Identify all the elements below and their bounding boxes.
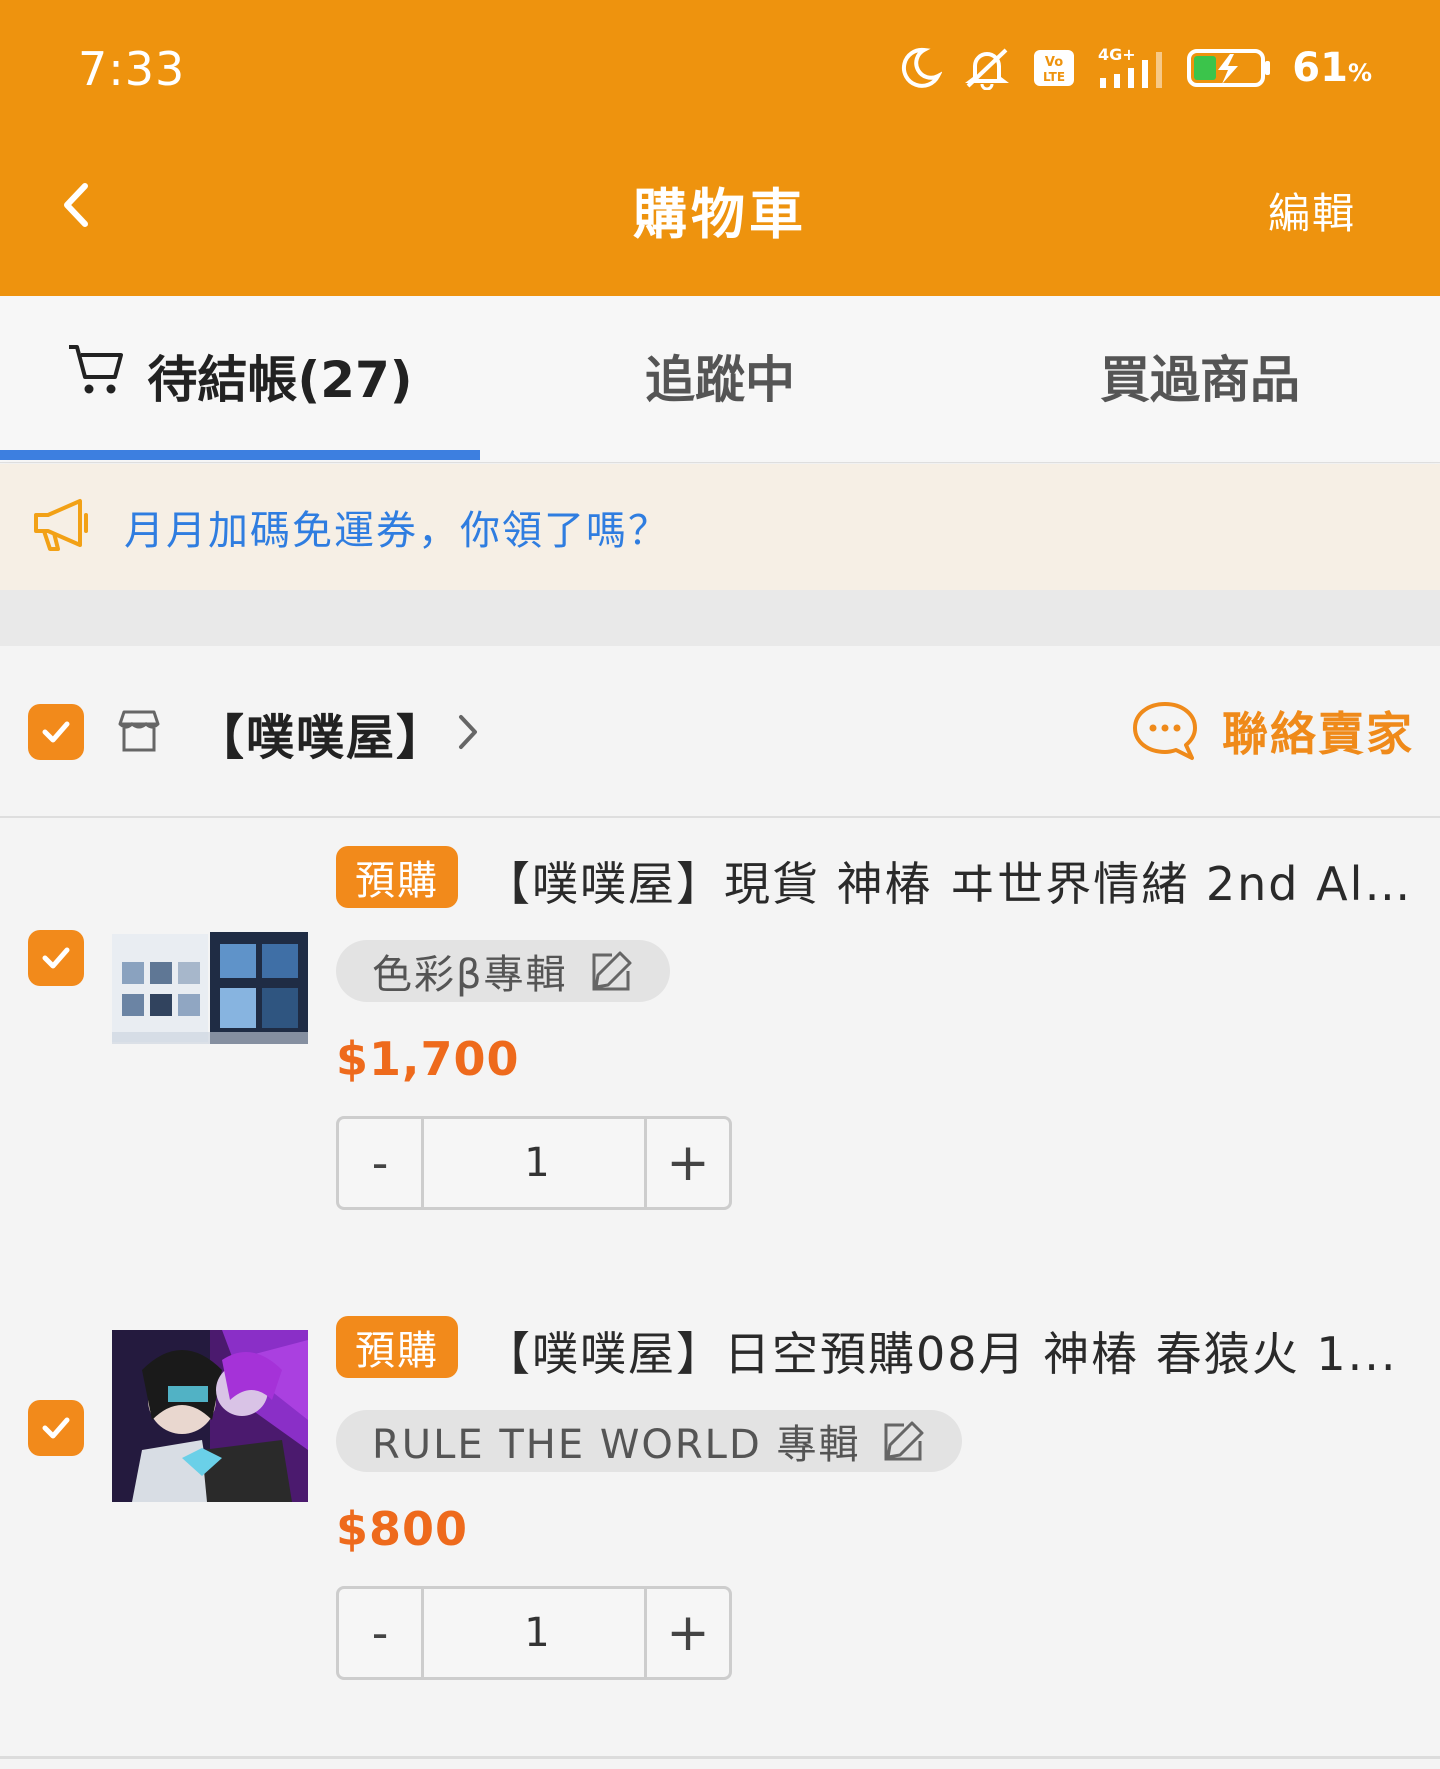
chevron-right-icon[interactable] (456, 712, 480, 756)
increase-quantity-button[interactable]: + (644, 1119, 729, 1207)
checkmark-icon (42, 721, 70, 743)
section-divider (0, 590, 1440, 646)
shop-name-link[interactable]: 【噗噗屋】 (196, 698, 446, 768)
tab-label: 待結帳(27) (147, 351, 413, 409)
active-tab-indicator (0, 450, 480, 460)
megaphone-icon (30, 495, 96, 559)
shop-header: 【噗噗屋】 聯絡賣家 (0, 646, 1440, 818)
svg-text:Vo: Vo (1045, 55, 1063, 70)
product-thumbnail[interactable] (112, 902, 308, 1074)
chat-bubble-icon (1133, 702, 1197, 760)
cart-shop-card: 【噗噗屋】 聯絡賣家 預購 【噗噗屋】現貨 神椿 ヰ世界情緒 2nd Al...… (0, 646, 1440, 1769)
quantity-stepper: - 1 + (336, 1116, 732, 1210)
cart-icon (67, 343, 125, 409)
contact-seller-label: 聯絡賣家 (1222, 707, 1414, 761)
tab-pending-checkout[interactable]: 待結帳(27) (0, 296, 480, 456)
tab-purchased[interactable]: 買過商品 (960, 296, 1440, 456)
shop-select-checkbox[interactable] (28, 704, 84, 760)
contact-seller-button[interactable]: 聯絡賣家 (1130, 698, 1414, 764)
promo-banner[interactable]: 月月加碼免運券，你領了嗎？ (0, 464, 1440, 590)
preorder-tag: 預購 (336, 846, 458, 908)
variant-label: 色彩β專輯 (372, 952, 568, 998)
promo-banner-text: 月月加碼免運券，你領了嗎？ (124, 508, 670, 554)
svg-text:4G+: 4G+ (1098, 45, 1136, 64)
quantity-stepper: - 1 + (336, 1586, 732, 1680)
increase-quantity-button[interactable]: + (644, 1589, 729, 1677)
status-icons: Vo LTE 4G+ 61% (898, 40, 1372, 96)
item-select-checkbox[interactable] (28, 930, 84, 986)
moon-icon (898, 46, 943, 90)
quantity-input[interactable]: 1 (424, 1119, 650, 1207)
variant-selector[interactable]: 色彩β專輯 (336, 940, 670, 1002)
decrease-quantity-button[interactable]: - (339, 1119, 424, 1207)
product-thumbnail[interactable] (112, 1330, 308, 1502)
tab-label: 買過商品 (1100, 351, 1300, 409)
status-time: 7:33 (78, 42, 186, 96)
checkmark-icon (42, 947, 70, 969)
product-price: $800 (336, 1502, 469, 1556)
preorder-tag: 預購 (336, 1316, 458, 1378)
checkmark-icon (42, 1417, 70, 1439)
variant-label: RULE THE WORLD 專輯 (372, 1422, 861, 1468)
tab-bar: 待結帳(27) 追蹤中 買過商品 (0, 296, 1440, 463)
page-title: 購物車 (633, 183, 807, 246)
status-bar: 7:33 Vo LTE 4G+ 61% (0, 0, 1440, 140)
volte-icon: Vo LTE (1032, 48, 1076, 88)
edit-button[interactable]: 編輯 (1268, 180, 1356, 241)
svg-text:LTE: LTE (1043, 70, 1065, 84)
item-select-checkbox[interactable] (28, 1400, 84, 1456)
cart-item: 預購 【噗噗屋】現貨 神椿 ヰ世界情緒 2nd Al... 色彩β專輯 $1,7… (0, 846, 1440, 1266)
edit-pencil-icon (884, 1421, 924, 1461)
tab-tracking[interactable]: 追蹤中 (480, 296, 960, 456)
decrease-quantity-button[interactable]: - (339, 1589, 424, 1677)
divider (0, 1756, 1440, 1759)
store-icon (116, 708, 162, 758)
edit-pencil-icon (592, 951, 632, 991)
quantity-input[interactable]: 1 (424, 1589, 650, 1677)
battery-charging-icon (1186, 46, 1272, 90)
signal-icon: 4G+ (1096, 44, 1166, 92)
battery-percent: 61% (1292, 45, 1372, 91)
app-header: 7:33 Vo LTE 4G+ 61% 購物車 編輯 (0, 0, 1440, 296)
product-title[interactable]: 【噗噗屋】現貨 神椿 ヰ世界情緒 2nd Al... (484, 848, 1414, 914)
tab-label: 追蹤中 (645, 351, 795, 409)
cart-item: 預購 【噗噗屋】日空預購08月 神椿 春猿火 1... RULE THE WOR… (0, 1316, 1440, 1736)
product-title[interactable]: 【噗噗屋】日空預購08月 神椿 春猿火 1... (484, 1318, 1414, 1384)
variant-selector[interactable]: RULE THE WORLD 專輯 (336, 1410, 963, 1472)
mute-icon (962, 46, 1012, 90)
product-price: $1,700 (336, 1032, 520, 1086)
nav-bar: 購物車 編輯 (0, 150, 1440, 260)
